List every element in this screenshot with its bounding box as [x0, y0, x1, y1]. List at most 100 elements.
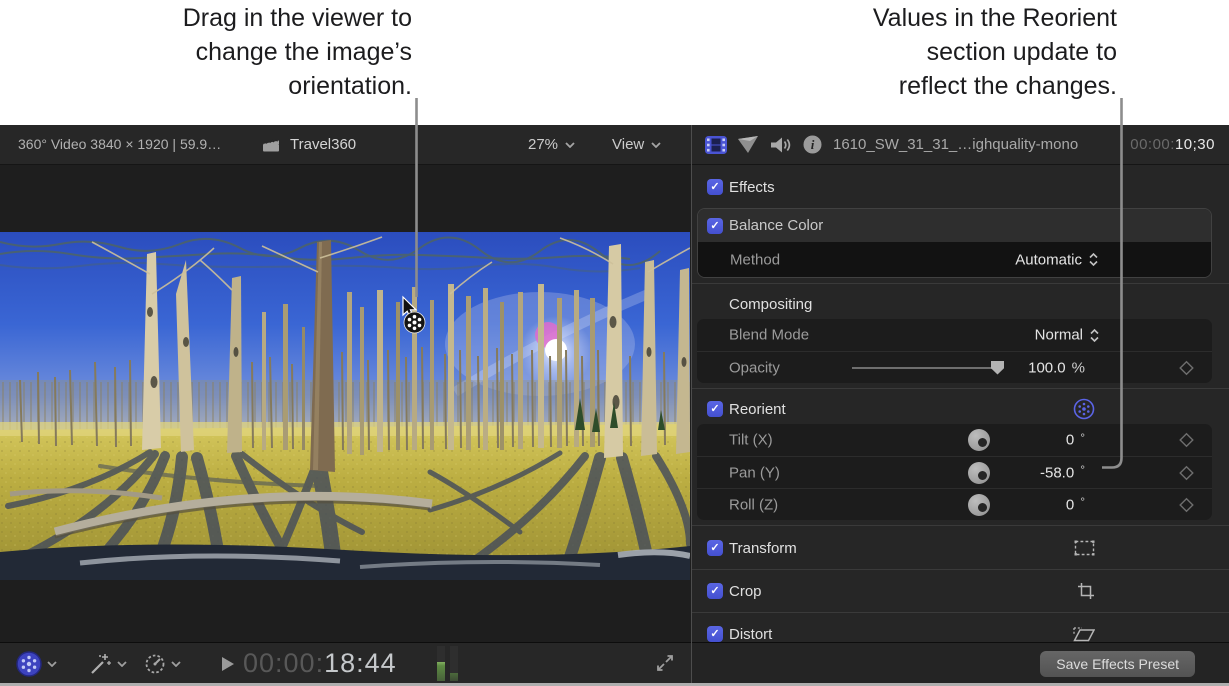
pan-value: -58.0 — [1040, 464, 1074, 481]
clapperboard-icon — [263, 138, 280, 152]
distort-checkbox[interactable]: ✓ — [707, 626, 723, 642]
timecode-seconds-frames: 18:44 — [324, 648, 397, 678]
audio-inspector-tab-icon[interactable] — [770, 136, 792, 154]
viewer-canvas[interactable] — [0, 165, 691, 642]
inspector-content: ✓ Effects ✓ Balance Color Method Automat… — [692, 165, 1229, 642]
balance-color-method-row[interactable]: Method Automatic — [698, 242, 1211, 277]
pan-dial[interactable] — [968, 462, 990, 484]
callout-text-drag-viewer: Drag in the viewer to change the image’s… — [60, 1, 412, 103]
opacity-slider[interactable] — [852, 367, 998, 369]
reorient-section-header: ✓ Reorient — [697, 394, 1212, 424]
callout-line: section update to — [765, 35, 1117, 69]
view-menu[interactable]: View — [612, 125, 661, 164]
info-inspector-tab-icon[interactable]: i — [803, 135, 822, 154]
crop-checkbox[interactable]: ✓ — [707, 583, 723, 599]
callout-line: orientation. — [60, 69, 412, 103]
opacity-row[interactable]: Opacity 100.0 % — [697, 351, 1212, 383]
opacity-slider-thumb[interactable] — [991, 361, 1004, 375]
opacity-unit: % — [1072, 359, 1085, 376]
distort-label: Distort — [729, 626, 772, 643]
method-popup[interactable]: Automatic — [1015, 251, 1099, 268]
transform-icon — [1074, 540, 1095, 556]
opacity-value-field[interactable]: 100.0 % — [1028, 359, 1085, 376]
playhead-timecode-field[interactable]: 00:00:18:44 — [243, 643, 397, 684]
viewer-bottom-bar: 00:00:18:44 — [0, 642, 691, 683]
keyframe-diamond-icon — [1179, 465, 1194, 480]
effects-checkbox[interactable]: ✓ — [707, 179, 723, 195]
crop-section-header: ✓ Crop — [697, 574, 1212, 608]
color-inspector-tab-icon[interactable] — [738, 136, 759, 154]
zoom-level-value: 27% — [528, 136, 558, 153]
video-inspector-tab-icon[interactable] — [705, 136, 727, 154]
method-label: Method — [730, 251, 780, 268]
keyframe-diamond-icon — [1179, 433, 1194, 448]
tilt-x-row[interactable]: Tilt (X) 0 ° — [697, 424, 1212, 456]
inspector-top-bar: i 1610_SW_31_31_…ighquality-mono 00:00:1… — [692, 125, 1229, 165]
tilt-keyframe-button[interactable] — [1179, 433, 1194, 448]
audio-meter-left — [437, 646, 445, 681]
reorient-orb-button[interactable] — [1073, 398, 1095, 420]
blend-mode-label: Blend Mode — [729, 327, 809, 344]
blend-mode-row[interactable]: Blend Mode Normal — [697, 319, 1212, 351]
degree-unit: ° — [1080, 495, 1085, 509]
expand-icon[interactable] — [655, 653, 675, 673]
reorient-orb-icon — [1073, 398, 1095, 420]
section-divider — [692, 525, 1229, 526]
tilt-value-field[interactable]: 0 ° — [1066, 432, 1085, 449]
opacity-keyframe-button[interactable] — [1179, 360, 1194, 375]
360-orb-icon — [16, 651, 42, 677]
play-icon[interactable] — [222, 657, 234, 671]
keyframe-diamond-icon — [1179, 360, 1194, 375]
pointer-cursor-icon — [394, 292, 438, 344]
chevron-down-icon — [47, 661, 57, 667]
pan-y-row[interactable]: Pan (Y) -58.0 ° — [697, 456, 1212, 488]
svg-text:i: i — [811, 137, 815, 152]
pan-keyframe-button[interactable] — [1179, 465, 1194, 480]
tilt-x-label: Tilt (X) — [729, 432, 773, 449]
tilt-dial[interactable] — [968, 429, 990, 451]
blend-mode-value: Normal — [1035, 327, 1083, 344]
compositing-label: Compositing — [729, 296, 812, 313]
magic-wand-icon — [88, 652, 112, 676]
chevron-down-icon — [171, 661, 181, 667]
chevron-down-icon — [117, 661, 127, 667]
chevron-down-icon — [565, 142, 575, 148]
section-divider — [692, 388, 1229, 389]
balance-color-label: Balance Color — [729, 217, 823, 234]
audio-meters[interactable] — [437, 646, 458, 681]
reorient-group: Tilt (X) 0 ° Pan (Y) -58.0 — [697, 424, 1212, 520]
balance-color-row[interactable]: ✓ Balance Color — [698, 209, 1211, 242]
opacity-label: Opacity — [729, 359, 780, 376]
roll-z-row[interactable]: Roll (Z) 0 ° — [697, 488, 1212, 520]
roll-value: 0 — [1066, 496, 1074, 513]
crop-onscreen-button[interactable] — [1077, 582, 1095, 600]
retime-menu-button[interactable] — [144, 643, 181, 684]
effects-label: Effects — [729, 179, 775, 196]
pointer-orb-badge — [404, 312, 425, 333]
roll-keyframe-button[interactable] — [1179, 497, 1194, 512]
distort-onscreen-button[interactable] — [1072, 626, 1095, 642]
callout-line: reflect the changes. — [765, 69, 1117, 103]
effects-section-header: ✓ Effects — [697, 172, 1212, 202]
transform-checkbox[interactable]: ✓ — [707, 540, 723, 556]
pan-value-field[interactable]: -58.0 ° — [1040, 464, 1085, 481]
timecode-hours-minutes: 00:00: — [243, 648, 324, 678]
save-effects-preset-button[interactable]: Save Effects Preset — [1040, 651, 1195, 677]
final-cut-pro-window: 360° Video 3840 × 1920 | 59.9… Travel360… — [0, 125, 1229, 686]
balance-color-checkbox[interactable]: ✓ — [707, 218, 723, 234]
distort-icon — [1072, 626, 1095, 642]
degree-unit: ° — [1080, 430, 1085, 444]
transform-onscreen-button[interactable] — [1074, 540, 1095, 556]
blend-mode-popup[interactable]: Normal — [1035, 327, 1100, 344]
360-view-menu-button[interactable] — [16, 643, 57, 684]
reorient-label: Reorient — [729, 401, 786, 418]
roll-value-field[interactable]: 0 ° — [1066, 496, 1085, 513]
compositing-group: Blend Mode Normal Opacity 100.0 % — [697, 319, 1212, 383]
viewer-360-image[interactable] — [0, 232, 690, 580]
zoom-level-menu[interactable]: 27% — [528, 125, 575, 164]
retime-gauge-icon — [144, 653, 166, 675]
roll-dial[interactable] — [968, 494, 990, 516]
reorient-checkbox[interactable]: ✓ — [707, 401, 723, 417]
enhancements-menu-button[interactable] — [88, 643, 127, 684]
tilt-value: 0 — [1066, 432, 1074, 449]
